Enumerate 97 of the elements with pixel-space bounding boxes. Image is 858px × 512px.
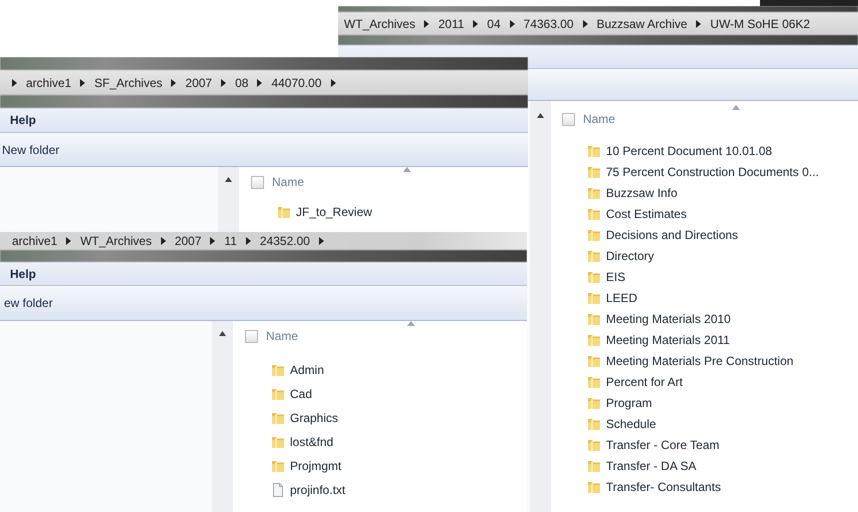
- arrow-icon: [221, 78, 226, 86]
- folder-icon: [587, 186, 601, 200]
- folder-icon: [587, 164, 601, 178]
- folder-name[interactable]: 10 Percent Document 10.01.08: [606, 142, 772, 160]
- folder-name[interactable]: Admin: [290, 361, 324, 379]
- scrollbar[interactable]: [530, 101, 551, 512]
- breadcrumb-item[interactable]: SF_Archives: [94, 74, 162, 92]
- folder-icon: [587, 290, 601, 304]
- arrow-icon: [257, 78, 262, 86]
- folder-name[interactable]: JF_to_Review: [296, 202, 372, 220]
- folder-name[interactable]: Decisions and Directions: [606, 226, 738, 244]
- folder-icon: [271, 459, 285, 473]
- breadcrumb-item[interactable]: 2007: [185, 74, 212, 92]
- arrow-icon: [510, 20, 515, 28]
- breadcrumb-item[interactable]: WT_Archives: [344, 14, 416, 32]
- breadcrumb-item[interactable]: 74363.00: [524, 14, 574, 32]
- folder-icon: [587, 144, 601, 158]
- column-header[interactable]: Name: [583, 110, 616, 128]
- folder-name[interactable]: Transfer- Consultants: [606, 478, 721, 496]
- breadcrumb-item[interactable]: WT_Archives: [80, 232, 152, 250]
- scroll-up-icon: [225, 177, 232, 182]
- folder-icon: [587, 480, 601, 494]
- arrow-icon: [424, 20, 430, 28]
- select-all-checkbox[interactable]: [245, 330, 258, 342]
- folder-name[interactable]: LEED: [606, 288, 638, 306]
- breadcrumb-item[interactable]: archive1: [12, 232, 58, 250]
- folder-icon: [587, 312, 601, 326]
- folder-icon: [587, 270, 601, 284]
- folder-icon: [277, 204, 291, 218]
- breadcrumb-item[interactable]: 44070.00: [271, 74, 322, 92]
- scrollbar[interactable]: [212, 321, 233, 512]
- select-all-checkbox[interactable]: [562, 112, 575, 126]
- breadcrumb-item[interactable]: 04: [487, 14, 501, 32]
- folder-icon: [587, 396, 601, 410]
- folder-name[interactable]: Buzzsaw Info: [606, 184, 678, 202]
- folder-name[interactable]: Transfer - DA SA: [606, 456, 696, 474]
- arrow-icon: [66, 237, 72, 245]
- folder-icon: [587, 248, 601, 262]
- folder-icon: [271, 411, 285, 425]
- folder-name[interactable]: EIS: [606, 268, 626, 286]
- folder-icon: [587, 354, 601, 368]
- scrollbar[interactable]: [218, 167, 239, 232]
- folder-icon: [587, 438, 601, 452]
- breadcrumb-item[interactable]: 2007: [174, 232, 202, 250]
- column-header[interactable]: Name: [272, 173, 304, 191]
- folder-name[interactable]: Percent for Art: [606, 372, 683, 390]
- sort-caret-icon: [732, 105, 740, 110]
- folder-name[interactable]: Schedule: [606, 414, 656, 432]
- folder-icon: [587, 416, 601, 430]
- folder-icon: [587, 206, 601, 220]
- folder-name[interactable]: Meeting Materials 2010: [606, 310, 731, 328]
- arrow-icon: [171, 78, 176, 86]
- folder-name[interactable]: Program: [606, 394, 652, 412]
- menu-item[interactable]: Help: [10, 111, 36, 129]
- toolbar-button[interactable]: New folder: [2, 140, 60, 158]
- select-all-checkbox[interactable]: [251, 176, 264, 188]
- folder-name[interactable]: Graphics: [290, 409, 338, 427]
- folder-icon: [587, 228, 601, 242]
- column-header[interactable]: Name: [266, 327, 298, 345]
- arrow-icon: [696, 20, 702, 28]
- address-bar[interactable]: archive1 WT_Archives 2007 11 24352.00: [0, 232, 527, 250]
- folder-name[interactable]: 75 Percent Construction Documents 0...: [606, 162, 819, 180]
- arrow-icon: [210, 237, 216, 245]
- folder-name[interactable]: Cad: [290, 385, 312, 403]
- toolbar-button[interactable]: ew folder: [4, 294, 53, 312]
- breadcrumb-item[interactable]: archive1: [26, 74, 72, 92]
- folder-icon: [271, 363, 285, 377]
- arrow-icon: [473, 20, 478, 28]
- scroll-up-icon: [219, 331, 226, 336]
- file-icon: [271, 483, 285, 497]
- arrow-icon: [582, 20, 588, 28]
- folder-icon: [271, 435, 285, 449]
- breadcrumb-item[interactable]: 2011: [438, 14, 464, 32]
- breadcrumb-item[interactable]: 24352.00: [260, 232, 310, 250]
- scroll-up-icon: [537, 113, 544, 118]
- breadcrumb-item[interactable]: 08: [235, 74, 248, 92]
- folder-name[interactable]: Projmgmt: [290, 457, 342, 475]
- folder-name[interactable]: Transfer - Core Team: [606, 436, 720, 454]
- breadcrumb-item[interactable]: 11: [224, 232, 237, 250]
- menu-item[interactable]: Help: [10, 264, 36, 282]
- breadcrumb-item[interactable]: UW-M SoHE 06K2: [710, 14, 810, 32]
- folder-name[interactable]: Meeting Materials 2011: [606, 330, 730, 348]
- folder-name[interactable]: Directory: [606, 246, 654, 264]
- folder-icon: [271, 387, 285, 401]
- breadcrumb-item[interactable]: Buzzsaw Archive: [596, 14, 688, 32]
- folder-name[interactable]: Meeting Materials Pre Construction: [606, 352, 794, 370]
- folder-name[interactable]: Cost Estimates: [606, 204, 687, 222]
- arrow-icon: [246, 237, 251, 245]
- folder-icon: [587, 374, 601, 388]
- arrow-icon: [160, 237, 166, 245]
- folder-icon: [587, 458, 601, 472]
- folder-name[interactable]: lost&fnd: [290, 433, 334, 451]
- folder-icon: [587, 332, 601, 346]
- file-name[interactable]: projinfo.txt: [290, 481, 346, 499]
- arrow-icon: [80, 78, 86, 86]
- address-bar[interactable]: WT_Archives 2011 04 74363.00 Buzzsaw Archive UW-M SoHE 06K2: [338, 12, 858, 35]
- address-bar[interactable]: archive1 SF_Archives 2007 08 44070.00: [0, 70, 528, 95]
